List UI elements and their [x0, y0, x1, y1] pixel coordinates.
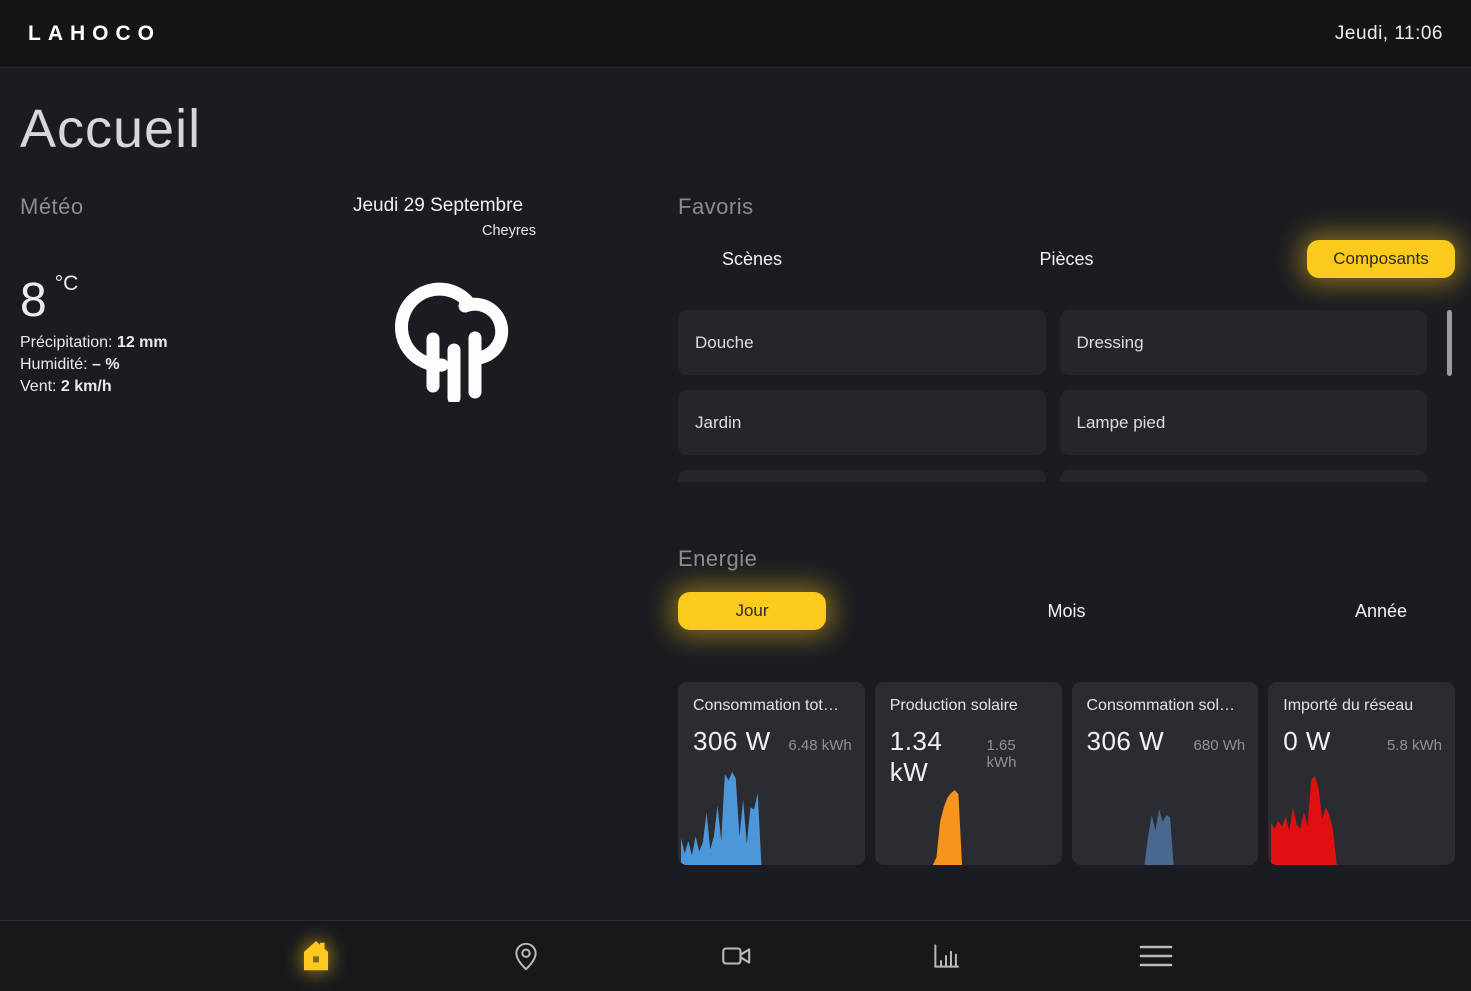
top-bar: LAHOCO Jeudi, 11:06 [0, 0, 1471, 68]
precipitation-value: 12 mm [117, 334, 168, 351]
favoris-section-title: Favoris [678, 194, 754, 220]
energy-total-value: 1.65 kWh [986, 737, 1048, 771]
favoris-card-partial-1[interactable] [678, 470, 1046, 482]
energy-card-consommation-solaire[interactable]: Consommation sol… 306 W 680 Wh [1072, 682, 1259, 865]
nav-statistics-button[interactable] [921, 931, 971, 981]
nav-cameras-button[interactable] [711, 931, 761, 981]
humidity-label: Humidité: [20, 356, 92, 373]
hamburger-menu-icon [1138, 941, 1174, 971]
tab-pieces[interactable]: Pièces [993, 240, 1141, 278]
tab-mois[interactable]: Mois [993, 592, 1141, 630]
energy-card-title: Consommation tot… [693, 697, 852, 715]
precipitation-label: Précipitation: [20, 334, 117, 351]
energy-power-value: 306 W [693, 726, 771, 757]
bar-chart-icon [929, 939, 963, 973]
energy-card-importe-du-reseau[interactable]: Importé du réseau 0 W 5.8 kWh [1268, 682, 1455, 865]
nav-home-button[interactable] [291, 931, 341, 981]
energy-power-value: 306 W [1087, 726, 1165, 757]
tab-annee[interactable]: Année [1307, 592, 1455, 630]
app-logo: LAHOCO [28, 22, 161, 46]
nav-places-button[interactable] [501, 931, 551, 981]
favoris-card-douche[interactable]: Douche [678, 310, 1046, 375]
energie-tabs: Jour Mois Année [678, 592, 1455, 630]
temperature-unit: °C [55, 272, 79, 295]
tab-composants[interactable]: Composants [1307, 240, 1455, 278]
favoris-card-partial-2[interactable] [1060, 470, 1428, 482]
temperature: 8 °C [20, 272, 78, 328]
wind-label: Vent: [20, 378, 61, 395]
date-block: Jeudi 29 Septembre Cheyres [340, 195, 536, 239]
energy-card-title: Importé du réseau [1283, 697, 1442, 715]
temperature-value: 8 [20, 274, 47, 327]
energy-total-value: 5.8 kWh [1387, 737, 1442, 754]
energy-card-title: Consommation sol… [1087, 697, 1246, 715]
energy-card-consommation-totale[interactable]: Consommation tot… 306 W 6.48 kWh [678, 682, 865, 865]
consumption-chart [681, 769, 853, 865]
grid-import-chart [1271, 769, 1443, 865]
wind-value: 2 km/h [61, 378, 112, 395]
energy-card-title: Production solaire [890, 697, 1049, 715]
bottom-nav [0, 920, 1471, 991]
nav-menu-button[interactable] [1131, 931, 1181, 981]
humidity-value: – % [92, 356, 120, 373]
energy-total-value: 680 Wh [1194, 737, 1246, 754]
energie-cards: Consommation tot… 306 W 6.48 kWh Product… [678, 682, 1455, 865]
location-pin-icon [509, 939, 543, 973]
page-title: Accueil [20, 98, 201, 160]
favoris-grid: Douche Dressing Jardin Lampe pied [678, 310, 1427, 482]
weather-details: Précipitation: 12 mm Humidité: – % Vent:… [20, 332, 168, 398]
favoris-card-dressing[interactable]: Dressing [1060, 310, 1428, 375]
date-label: Jeudi 29 Septembre [340, 195, 536, 217]
tab-jour[interactable]: Jour [678, 592, 826, 630]
tab-scenes[interactable]: Scènes [678, 240, 826, 278]
favoris-card-lampe-pied[interactable]: Lampe pied [1060, 390, 1428, 455]
weather-section-title: Météo [20, 194, 84, 220]
energy-card-production-solaire[interactable]: Production solaire 1.34 kW 1.65 kWh [875, 682, 1062, 865]
energy-power-value: 0 W [1283, 726, 1331, 757]
favoris-card-jardin[interactable]: Jardin [678, 390, 1046, 455]
clock-label: Jeudi, 11:06 [1335, 23, 1443, 45]
humidity-row: Humidité: – % [20, 354, 168, 376]
solar-production-chart [878, 769, 1050, 865]
energy-total-value: 6.48 kWh [788, 737, 851, 754]
energie-section-title: Energie [678, 546, 757, 572]
rain-cloud-icon [381, 268, 515, 402]
solar-consumption-chart [1075, 769, 1247, 865]
location-label: Cheyres [340, 223, 536, 239]
home-icon [297, 937, 335, 975]
favoris-scrollbar[interactable] [1447, 310, 1452, 376]
wind-row: Vent: 2 km/h [20, 376, 168, 398]
favoris-tabs: Scènes Pièces Composants [678, 240, 1455, 278]
precipitation-row: Précipitation: 12 mm [20, 332, 168, 354]
video-camera-icon [718, 938, 754, 974]
